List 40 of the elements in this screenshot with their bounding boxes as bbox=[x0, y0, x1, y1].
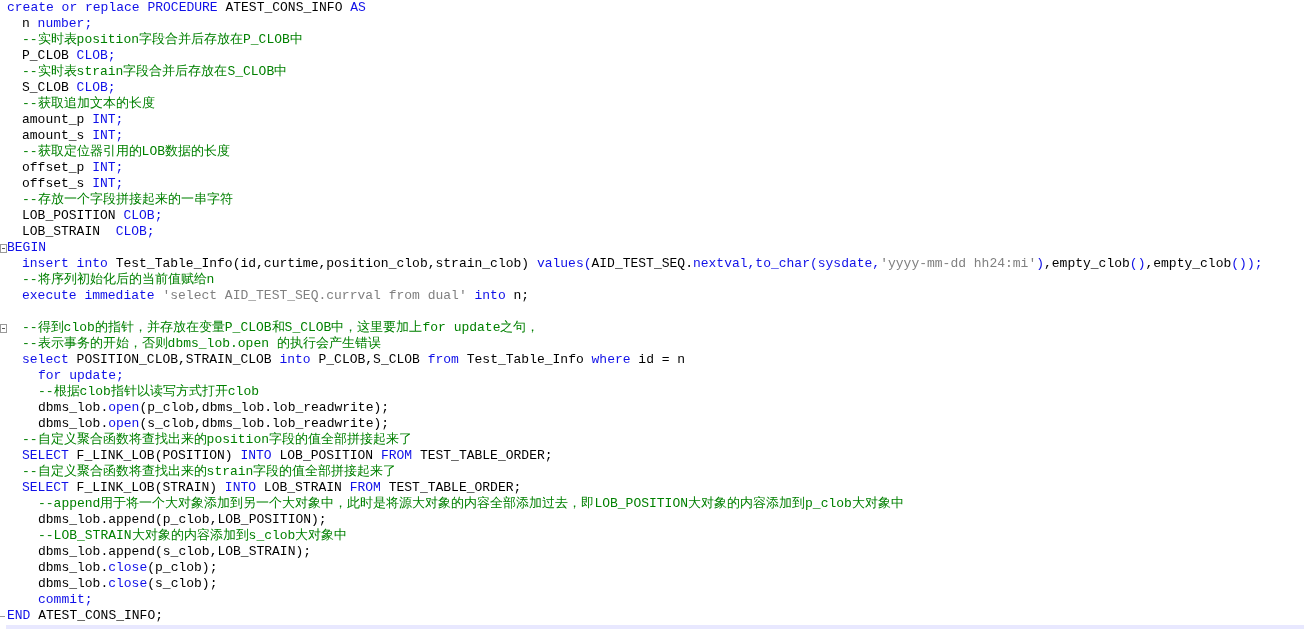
code-line: --自定义聚合函数将查找出来的position字段的值全部拼接起来了 bbox=[21, 432, 412, 448]
code-line: --append用于将一个大对象添加到另一个大对象中，此时是将源大对象的内容全部添加过去，即LOB_POSITION大对象的内容添加到p_clob大对象中 bbox=[37, 496, 904, 512]
code-line: --得到clob的指针，并存放在变量P_CLOB和S_CLOB中，这里要加上for update之句， bbox=[21, 320, 540, 336]
code-line: dbms_lob.close(p_clob); bbox=[37, 560, 218, 576]
code-line: --根据clob指针以读写方式打开clob bbox=[37, 384, 259, 400]
code-line: amount_s INT; bbox=[21, 128, 124, 144]
code-line: dbms_lob.close(s_clob); bbox=[37, 576, 218, 592]
code-line: n number; bbox=[21, 16, 93, 32]
code-line: S_CLOB CLOB; bbox=[21, 80, 116, 96]
code-line: for update; bbox=[37, 368, 124, 384]
code-line: offset_p INT; bbox=[21, 160, 124, 176]
collapse-icon[interactable] bbox=[0, 323, 7, 333]
code-line: --获取追加文本的长度 bbox=[21, 96, 155, 112]
code-line: dbms_lob.append(s_clob,LOB_STRAIN); bbox=[37, 544, 312, 560]
code-line: offset_s INT; bbox=[21, 176, 124, 192]
code-line: --表示事务的开始，否则dbms_lob.open 的执行会产生错误 bbox=[21, 336, 381, 352]
code-line: END ATEST_CONS_INFO; bbox=[6, 608, 164, 624]
code-line: dbms_lob.open(p_clob,dbms_lob.lob_readwrite); bbox=[37, 400, 390, 416]
code-line: --实时表strain字段合并后存放在S_CLOB中 bbox=[21, 64, 288, 80]
code-line: dbms_lob.append(p_clob,LOB_POSITION); bbox=[37, 512, 327, 528]
code-line: --存放一个字段拼接起来的一串字符 bbox=[21, 192, 233, 208]
code-line: amount_p INT; bbox=[21, 112, 124, 128]
code-line: LOB_STRAIN CLOB; bbox=[21, 224, 155, 240]
code-line: --实时表position字段合并后存放在P_CLOB中 bbox=[21, 32, 303, 48]
code-line: P_CLOB CLOB; bbox=[21, 48, 116, 64]
code-line: LOB_POSITION CLOB; bbox=[21, 208, 163, 224]
code-line: --将序列初始化后的当前值赋给n bbox=[21, 272, 215, 288]
code-line: SELECT F_LINK_LOB(STRAIN) INTO LOB_STRAIN FROM TEST_TABLE_ORDER; bbox=[21, 480, 522, 496]
code-line: SELECT F_LINK_LOB(POSITION) INTO LOB_POSITION FROM TEST_TABLE_ORDER; bbox=[21, 448, 553, 464]
collapse-icon[interactable] bbox=[0, 243, 7, 253]
code-line: commit; bbox=[37, 592, 93, 608]
code-line: --LOB_STRAIN大对象的内容添加到s_clob大对象中 bbox=[37, 528, 348, 544]
code-line: select POSITION_CLOB,STRAIN_CLOB into P_CLOB,S_CLOB from Test_Table_Info where id = n bbox=[21, 352, 686, 368]
code-line: execute immediate 'select AID_TEST_SEQ.currval from dual' into n; bbox=[21, 288, 530, 304]
code-line: dbms_lob.open(s_clob,dbms_lob.lob_readwrite); bbox=[37, 416, 390, 432]
code-line: --自定义聚合函数将查找出来的strain字段的值全部拼接起来了 bbox=[21, 464, 397, 480]
code-line: BEGIN bbox=[6, 240, 46, 256]
code-line: create or replace PROCEDURE ATEST_CONS_INFO AS bbox=[6, 0, 366, 16]
code-line: insert into Test_Table_Info(id,curtime,position_clob,strain_clob) values(AID_TEST_SEQ.nextval,to_char(sysdate,'yyyy-mm-dd hh24:mi'),empty_clob(),empty_clob()); bbox=[21, 256, 1263, 272]
code-line: --获取定位器引用的LOB数据的长度 bbox=[21, 144, 230, 160]
